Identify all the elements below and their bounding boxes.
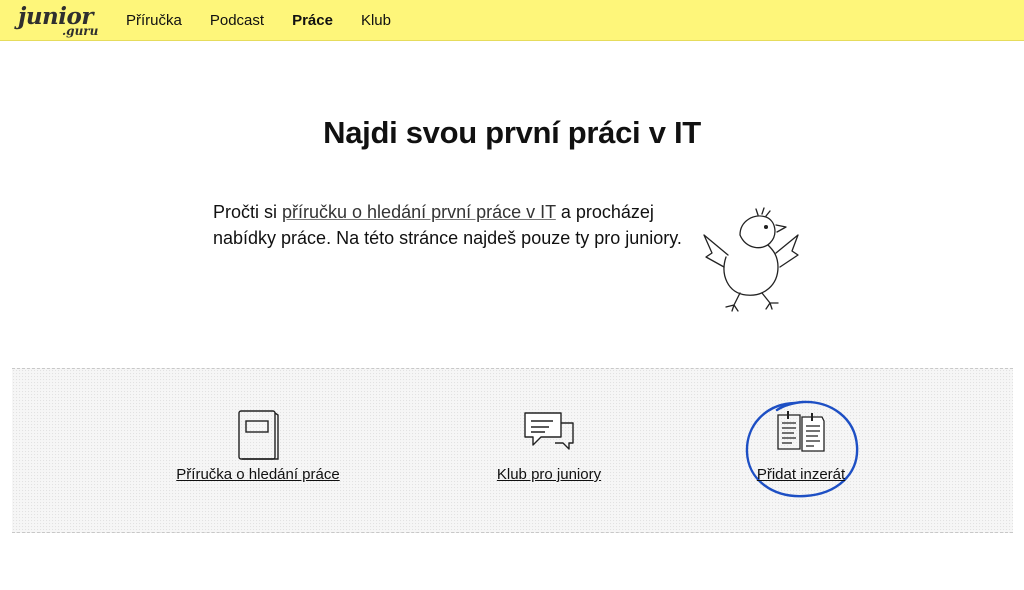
handbook-link[interactable]: příručku o hledání první práce v IT [282,202,556,222]
club-card-label: Klub pro juniory [496,466,602,483]
intro-text-start: Pročti si [213,202,283,222]
chick-illustration [703,207,799,312]
chat-bubbles-icon [524,412,574,450]
page-title: Najdi svou první práci v IT [323,115,701,150]
logo-suffix: .guru [62,24,99,38]
add-job-card-link[interactable]: Přidat inzerát [691,409,911,489]
nav-link-handbook[interactable]: Příručka [112,0,196,41]
club-card-link[interactable]: Klub pro juniory [439,409,659,489]
nav-link-club[interactable]: Klub [347,0,405,41]
intro-paragraph: Pročti si příručku o hledání první práce… [213,199,683,251]
documents-icon [777,411,825,452]
book-icon [238,410,279,460]
handbook-card-label: Příručka o hledání práce [176,466,340,483]
nav-link-podcast[interactable]: Podcast [196,0,278,41]
nav-link-jobs[interactable]: Práce [278,0,347,41]
handbook-card-link[interactable]: Příručka o hledání práce [148,409,368,489]
quick-links-band: Příručka o hledání práce Klub pro junior… [12,368,1013,533]
add-job-card-label: Přidat inzerát [756,466,846,483]
top-navbar: junior .guru Příručka Podcast Práce Klub [0,0,1024,41]
main-nav: Příručka Podcast Práce Klub [112,0,405,41]
junior-guru-logo[interactable]: junior .guru [18,3,102,39]
